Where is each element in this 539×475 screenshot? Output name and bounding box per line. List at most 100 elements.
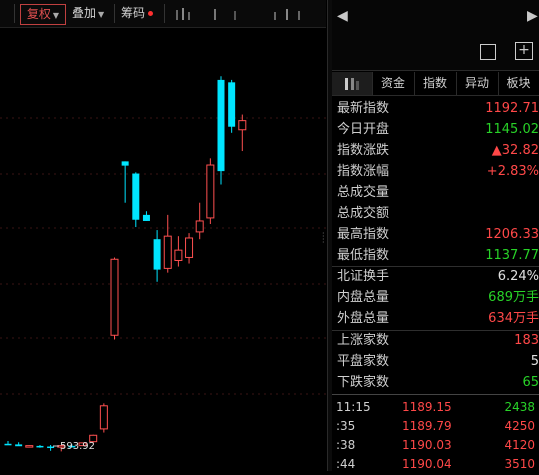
stat-label: 北证换手: [337, 269, 390, 284]
chart-toolbar: 复权 ▼ 叠加 ▼ 筹码: [0, 0, 326, 28]
prev-arrow-icon[interactable]: ◀: [337, 8, 348, 24]
candle-body: [99, 405, 108, 430]
stat-row: 总成交额: [332, 203, 539, 224]
stat-label: 总成交额: [337, 206, 390, 221]
turnover-stats: 北证换手 6.24% 内盘总量 689万手 外盘总量 634万手: [332, 266, 539, 330]
stat-row: 最高指数 1206.33: [332, 224, 539, 245]
mini-indicator-icons[interactable]: [174, 6, 314, 22]
candle[interactable]: [185, 233, 194, 264]
candle[interactable]: [142, 211, 150, 221]
candle[interactable]: [174, 236, 183, 267]
stat-row: 内盘总量 689万手: [332, 287, 539, 308]
stat-row: 最新指数 1192.71: [332, 98, 539, 119]
stat-value: 65: [522, 375, 539, 390]
candle[interactable]: [110, 257, 119, 340]
candle[interactable]: [163, 214, 172, 273]
tab-menu[interactable]: [332, 72, 373, 95]
tick-volume: 3510: [504, 457, 535, 471]
stat-row: 总成交量: [332, 182, 539, 203]
candle[interactable]: [238, 114, 247, 152]
candle-body: [110, 258, 119, 336]
overlay-label: 叠加: [72, 6, 97, 20]
stat-label: 最高指数: [337, 227, 390, 242]
tick-volume: 4250: [504, 419, 535, 433]
next-arrow-icon[interactable]: ▶: [527, 8, 538, 24]
tick-row[interactable]: :44 1190.04 3510: [332, 454, 539, 475]
quote-panel: ◀ ▶ + 资金 指数 异动 板块 最新指数 1192.71 今日开盘 1145.02…: [332, 0, 539, 471]
chip-button[interactable]: 筹码: [121, 4, 154, 23]
fq-button[interactable]: 复权 ▼: [20, 4, 66, 25]
stat-label: 平盘家数: [337, 354, 390, 369]
tab-index[interactable]: 指数: [414, 72, 457, 95]
tick-time: :38: [336, 438, 356, 452]
stat-label: 最低指数: [337, 248, 390, 263]
tick-list[interactable]: 11:15 1189.15 2438:35 1189.79 4250:38 1190.03…: [332, 397, 539, 471]
candle-body: [132, 173, 140, 220]
candle-body: [4, 443, 12, 446]
candle[interactable]: [25, 445, 34, 448]
candle[interactable]: [15, 442, 23, 447]
stat-row: 今日开盘 1145.02: [332, 119, 539, 140]
candle[interactable]: [217, 76, 225, 185]
stat-label: 指数涨跌: [337, 143, 390, 158]
stat-label: 今日开盘: [337, 122, 390, 137]
stat-value: 689万手: [488, 290, 539, 305]
quote-header: ◀ ▶ +: [332, 0, 539, 71]
quote-tabs: 资金 指数 异动 板块: [332, 72, 539, 96]
candle[interactable]: [206, 158, 215, 224]
stat-value: ▲32.82: [491, 143, 539, 158]
index-stats: 最新指数 1192.71 今日开盘 1145.02 指数涨跌 ▲32.82 指数涨幅 +2.8…: [332, 98, 539, 268]
candlestick-plot[interactable]: 593.92: [0, 0, 326, 471]
tab-sector[interactable]: 板块: [498, 72, 539, 95]
stat-value: 1137.77: [485, 248, 539, 263]
candle[interactable]: [153, 230, 161, 282]
tick-price: 1190.03: [402, 438, 452, 452]
tab-movement[interactable]: 异动: [456, 72, 499, 95]
tick-time: 11:15: [336, 400, 371, 414]
candle-body: [36, 445, 44, 448]
stat-row: 指数涨幅 +2.83%: [332, 161, 539, 182]
candle[interactable]: [121, 161, 129, 203]
candle-body: [47, 446, 55, 449]
candle[interactable]: [228, 79, 236, 133]
chip-label: 筹码: [121, 6, 146, 20]
stat-value: 634万手: [488, 311, 539, 326]
stat-row: 最低指数 1137.77: [332, 245, 539, 266]
tab-fund[interactable]: 资金: [372, 72, 415, 95]
stat-label: 下跌家数: [337, 375, 390, 390]
candle-body: [185, 237, 194, 258]
candle[interactable]: [4, 441, 12, 446]
candle[interactable]: [132, 172, 140, 228]
stat-value: 183: [514, 333, 539, 348]
fq-label: 复权: [26, 7, 51, 21]
stat-value: 1192.71: [485, 101, 539, 116]
candle-body: [142, 214, 150, 221]
candle-body: [195, 220, 204, 233]
menu-icon: [345, 78, 359, 90]
candle[interactable]: [195, 202, 204, 240]
splitter-grip-icon[interactable]: · · · ·: [322, 230, 328, 247]
kline-chart[interactable]: 593.92: [0, 0, 326, 471]
stat-row: 平盘家数 5: [332, 351, 539, 372]
candle-body: [217, 79, 225, 172]
toolbar-separator: [164, 4, 165, 23]
window-icon[interactable]: [480, 44, 496, 60]
tick-row[interactable]: 11:15 1189.15 2438: [332, 397, 539, 418]
tick-row[interactable]: :35 1189.79 4250: [332, 416, 539, 437]
chevron-down-icon: ▼: [98, 10, 105, 19]
breadth-stats: 上涨家数 183 平盘家数 5 下跌家数 65: [332, 330, 539, 394]
candle-body: [153, 239, 161, 270]
stat-label: 最新指数: [337, 101, 390, 116]
tick-price: 1189.79: [402, 419, 452, 433]
tick-row[interactable]: :38 1190.03 4120: [332, 435, 539, 456]
candle[interactable]: [36, 445, 44, 448]
overlay-button[interactable]: 叠加 ▼: [72, 4, 104, 23]
add-icon[interactable]: +: [515, 42, 533, 60]
stat-row: 指数涨跌 ▲32.82: [332, 140, 539, 161]
tick-price: 1190.04: [402, 457, 452, 471]
candle[interactable]: [99, 403, 108, 433]
stat-row: 上涨家数 183: [332, 330, 539, 351]
notification-dot-icon: [148, 11, 154, 16]
stat-label: 总成交量: [337, 185, 390, 200]
stat-value: 1206.33: [485, 227, 539, 242]
